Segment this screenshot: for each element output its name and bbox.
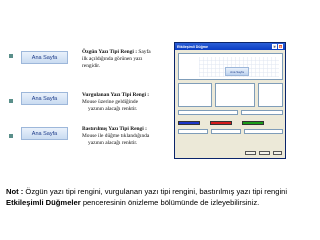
background-field[interactable] [244, 129, 283, 134]
interactive-button-dialog: Etkileşimli Düğme ? ✕ Ana Sayfa [174, 42, 286, 159]
bullet-3 [9, 134, 13, 138]
preview-button-label: Ana Sayfa [230, 69, 244, 74]
description-line: rengidir. [82, 63, 101, 69]
description-title: Bastırılmış Yazı Tipi Rengi : [82, 126, 147, 132]
description-title: Vurgulanan Yazı Tipi Rengi : [82, 92, 150, 98]
ok-button[interactable] [245, 151, 256, 155]
help-icon[interactable]: ? [272, 44, 277, 49]
size-list[interactable] [258, 83, 283, 107]
description-2: Vurgulanan Yazı Tipi Rengi : Mouse üzeri… [82, 92, 167, 113]
bullet-1 [9, 54, 13, 58]
description-line: Mouse ile düğme tıklandığında [82, 133, 150, 139]
help-button[interactable] [273, 151, 282, 155]
cancel-button[interactable] [259, 151, 270, 155]
note-paragraph: Not : Özgün yazı tipi rengini, vurgulana… [6, 187, 316, 208]
link-field[interactable] [241, 110, 283, 115]
pressed-color-swatch[interactable] [242, 121, 264, 125]
original-color-swatch[interactable] [178, 121, 200, 125]
target-field[interactable] [211, 129, 241, 134]
note-bold-term: Etkileşimli Düğmeler [6, 197, 81, 207]
preview-ana-sayfa-button[interactable]: Ana Sayfa [225, 67, 249, 76]
note-text-1: Özgün yazı tipi rengini, vurgulanan yazı… [23, 187, 288, 196]
bullet-2 [9, 99, 13, 103]
note-prefix: Not : [6, 187, 24, 196]
description-line: Sayfa [138, 49, 151, 55]
button-label: Ana Sayfa [31, 54, 58, 61]
text-field[interactable] [178, 110, 238, 115]
close-icon[interactable]: ✕ [278, 44, 283, 49]
description-line: yazının alacağı renktir. [88, 140, 138, 146]
button-label: Ana Sayfa [31, 95, 58, 102]
description-line: yazının alacağı renktir. [88, 106, 138, 112]
ana-sayfa-button-2[interactable]: Ana Sayfa [21, 92, 68, 105]
description-1: Özgün Yazı Tipi Rengi : Sayfa ilk açıldı… [82, 49, 167, 70]
button-label: Ana Sayfa [31, 130, 58, 137]
dialog-title: Etkileşimli Düğme [177, 44, 208, 49]
dialog-titlebar: Etkileşimli Düğme ? ✕ [175, 43, 285, 50]
description-3: Bastırılmış Yazı Tipi Rengi : Mouse ile … [82, 126, 167, 147]
style-list[interactable] [178, 83, 212, 107]
highlight-color-swatch[interactable] [210, 121, 232, 125]
description-line: Mouse üzerine geldiğinde [82, 99, 138, 105]
ana-sayfa-button-1[interactable]: Ana Sayfa [21, 51, 68, 64]
description-title: Özgün Yazı Tipi Rengi : [82, 49, 138, 55]
preview-panel: Ana Sayfa [178, 53, 283, 80]
description-line: ilk açıldığında görünen yazı [82, 56, 143, 62]
font-list[interactable] [215, 83, 255, 107]
ana-sayfa-button-3[interactable]: Ana Sayfa [21, 127, 68, 140]
note-text-2: penceresinin önizleme bölümünde de izley… [80, 197, 260, 207]
alignment-field[interactable] [178, 129, 208, 134]
